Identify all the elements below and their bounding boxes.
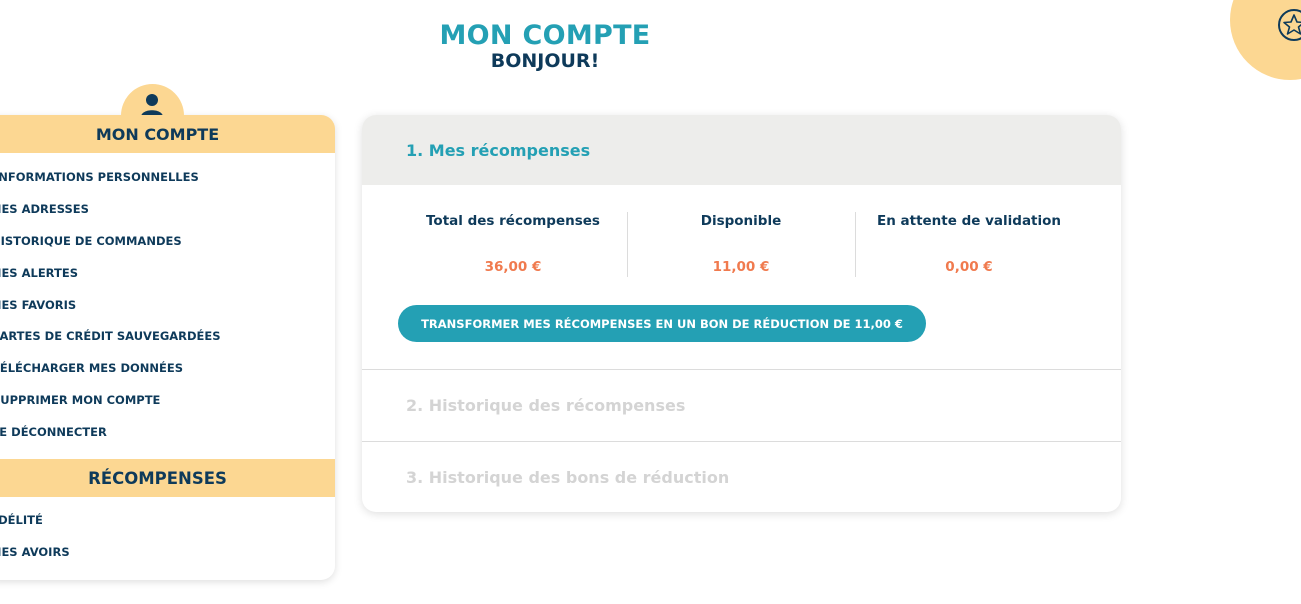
sidebar-item-order-history[interactable]: HISTORIQUE DE COMMANDES	[0, 234, 182, 248]
sidebar-item-delete-account[interactable]: SUPPRIMER MON COMPTE	[0, 393, 160, 407]
user-icon	[141, 94, 163, 117]
stat-available: Disponible 11,00 €	[641, 213, 841, 275]
star-badge-icon	[1278, 9, 1301, 41]
sidebar-heading-rewards: RÉCOMPENSES	[0, 459, 335, 497]
stat-pending: En attente de validation 0,00 €	[869, 213, 1069, 275]
stat-pending-value: 0,00 €	[945, 259, 993, 275]
stat-total-label: Total des récompenses	[426, 213, 600, 229]
stat-available-label: Disponible	[700, 213, 782, 229]
section-title-vouchers-history[interactable]: 3. Historique des bons de réduction	[406, 468, 729, 487]
stat-pending-label: En attente de validation	[876, 213, 1062, 229]
corner-badge	[1230, 0, 1301, 80]
page-subtitle: BONJOUR!	[490, 50, 600, 72]
sidebar-item-logout[interactable]: SE DÉCONNECTER	[0, 425, 107, 439]
stat-total-value: 36,00 €	[484, 259, 542, 275]
sidebar-item-loyalty[interactable]: FIDÉLITÉ	[0, 513, 43, 527]
sidebar-item-addresses[interactable]: MES ADRESSES	[0, 202, 89, 216]
stat-total: Total des récompenses 36,00 €	[413, 213, 613, 275]
stat-available-value: 11,00 €	[712, 259, 770, 275]
section-title-rewards-history[interactable]: 2. Historique des récompenses	[406, 396, 685, 415]
section-divider	[362, 369, 1121, 370]
sidebar-item-download-data[interactable]: TÉLÉCHARGER MES DONNÉES	[0, 361, 183, 375]
sidebar-item-saved-cards[interactable]: CARTES DE CRÉDIT SAUVEGARDÉES	[0, 329, 221, 343]
sidebar-item-credits[interactable]: MES AVOIRS	[0, 545, 70, 559]
stat-divider	[855, 212, 856, 277]
account-sidebar	[0, 115, 335, 580]
page-title: MON COMPTE	[439, 20, 651, 51]
sidebar-item-alerts[interactable]: MES ALERTES	[0, 266, 78, 280]
rewards-card: 1. Mes récompenses Total des récompenses…	[362, 115, 1121, 512]
sidebar-item-personal-info[interactable]: INFORMATIONS PERSONNELLES	[0, 170, 199, 184]
sidebar-heading-account: MON COMPTE	[0, 115, 335, 153]
section-divider	[362, 441, 1121, 442]
section-title-my-rewards[interactable]: 1. Mes récompenses	[406, 141, 590, 160]
sidebar-item-favorites[interactable]: MES FAVORIS	[0, 298, 76, 312]
convert-rewards-button[interactable]: TRANSFORMER MES RÉCOMPENSES EN UN BON DE…	[398, 305, 926, 342]
stat-divider	[627, 212, 628, 277]
